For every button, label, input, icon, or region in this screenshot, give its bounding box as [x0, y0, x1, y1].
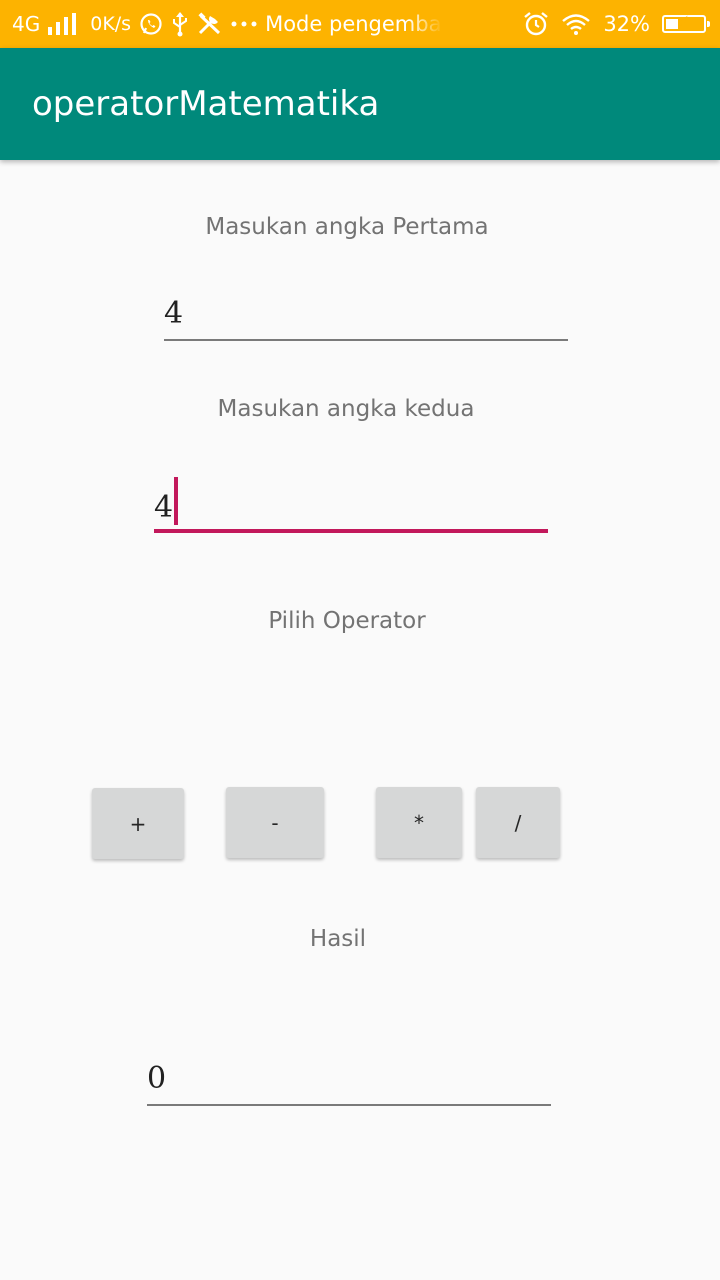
- tools-icon: [197, 12, 223, 36]
- usb-icon: [171, 11, 189, 37]
- status-bar-left: 4G 0K/s Mode pengemba: [12, 0, 443, 48]
- status-bar-right: 32% ⚡: [523, 0, 710, 48]
- developer-mode-text: Mode pengembang: [265, 12, 443, 36]
- result-label: Hasil: [309, 926, 367, 952]
- more-icon: [231, 20, 257, 28]
- second-number-label: Masukan angka kedua: [217, 396, 475, 422]
- add-button[interactable]: +: [92, 788, 184, 859]
- subtract-button[interactable]: -: [226, 787, 324, 858]
- network-speed: 0K/s: [90, 13, 132, 35]
- battery-body: ⚡: [662, 14, 710, 33]
- battery-icon: ⚡: [662, 14, 710, 33]
- app-bar: operatorMatematika: [0, 48, 720, 160]
- result-value: 0: [147, 1061, 167, 1096]
- wifi-icon: [561, 13, 591, 35]
- first-number-input[interactable]: 4: [164, 288, 568, 341]
- operator-label: Pilih Operator: [268, 608, 426, 634]
- text-cursor: [174, 477, 179, 525]
- whatsapp-icon: [139, 12, 163, 36]
- alarm-icon: [523, 11, 549, 37]
- second-number-input[interactable]: 4: [154, 474, 548, 533]
- network-type: 4G: [12, 12, 41, 36]
- result-field: 0: [147, 1053, 551, 1106]
- second-number-value: 4: [154, 490, 174, 525]
- multiply-button[interactable]: *: [376, 787, 462, 858]
- app-title: operatorMatematika: [32, 84, 380, 124]
- divide-button[interactable]: /: [476, 787, 560, 858]
- first-number-label: Masukan angka Pertama: [205, 214, 489, 240]
- second-number-value-wrap: 4: [154, 477, 179, 525]
- signal-icon: [48, 13, 78, 35]
- battery-percent: 32%: [603, 12, 650, 36]
- status-bar: 4G 0K/s Mode pengemba 32% ⚡: [0, 0, 720, 48]
- first-number-value: 4: [164, 296, 184, 331]
- charging-bolt-icon: ⚡: [679, 14, 689, 30]
